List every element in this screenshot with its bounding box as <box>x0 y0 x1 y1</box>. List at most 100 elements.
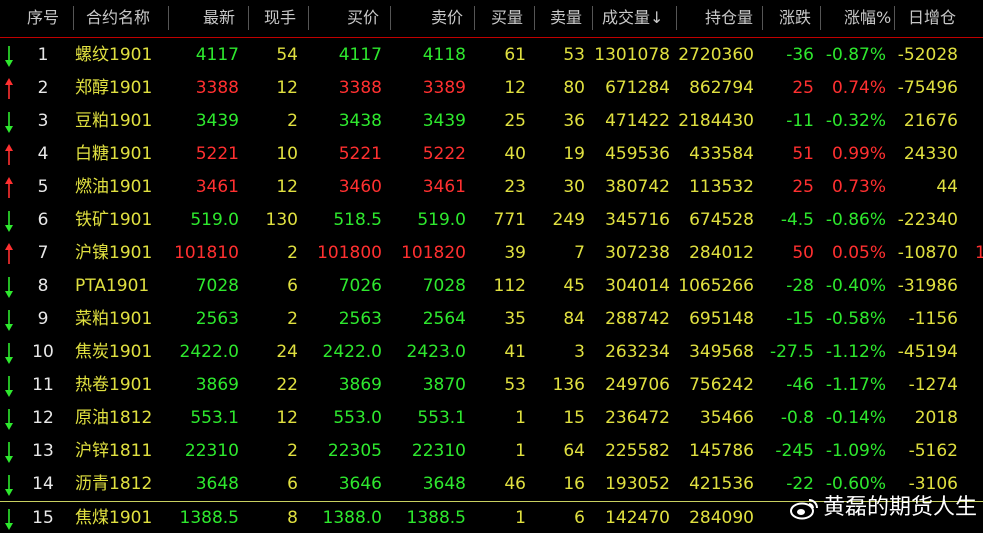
cell-ask: 22310 <box>411 441 466 461</box>
header-seq[interactable]: 序号 <box>27 0 61 36</box>
cell-seq: 8 <box>37 276 49 296</box>
down-arrow-icon <box>5 376 13 397</box>
header-change-pct[interactable]: 涨幅% <box>844 0 891 36</box>
cell-name: 燃油1901 <box>75 177 153 197</box>
cell-open-interest: 284012 <box>689 243 754 263</box>
cell-seq: 6 <box>37 210 49 230</box>
cell-change: -4.5 <box>780 210 814 230</box>
clipped-cell: 1 <box>975 243 983 263</box>
table-row[interactable]: 7 沪镍1901 101810 2 101800 101820 39 7 307238 28401… <box>0 237 983 270</box>
cell-vol-now: 2 <box>287 243 298 263</box>
cell-vol-now: 22 <box>276 375 298 395</box>
cell-open-interest: 145786 <box>689 441 754 461</box>
cell-change-pct: -0.40% <box>825 276 886 296</box>
cell-ask: 4118 <box>422 45 466 65</box>
cell-ask-qty: 30 <box>563 177 585 197</box>
watermark-text: 黄磊的期货人生 <box>822 495 977 520</box>
table-row[interactable]: 9 菜粕1901 2563 2 2563 2564 35 84 288742 695148 -15-… <box>0 303 983 336</box>
cell-bid: 22305 <box>327 441 382 461</box>
table-row[interactable]: 3 豆粕1901 3439 2 3438 3439 25 36 471422 2184430 -11… <box>0 105 983 138</box>
cell-bid-qty: 23 <box>504 177 526 197</box>
cell-volume: 471422 <box>605 111 670 131</box>
cell-change-pct: 0.74% <box>831 78 886 98</box>
cell-last: 3461 <box>195 177 239 197</box>
cell-name: 沪镍1901 <box>75 243 153 263</box>
cell-name: 豆粕1901 <box>75 111 153 131</box>
table-row[interactable]: 6 铁矿1901 519.0 130 518.5 519.0 771 249 345716 674… <box>0 204 983 237</box>
cell-name: 原油1812 <box>75 408 153 428</box>
cell-vol-now: 10 <box>276 144 298 164</box>
cell-open-interest: 113532 <box>689 177 754 197</box>
cell-oi-change: 2018 <box>914 408 958 428</box>
cell-oi-change: 21676 <box>903 111 958 131</box>
header-ask-qty[interactable]: 卖量 <box>550 0 586 36</box>
table-row[interactable]: 5 燃油1901 3461 12 3460 3461 23 30 380742 113532 25 0… <box>0 171 983 204</box>
cell-change: -245 <box>775 441 814 461</box>
header-ask[interactable]: 卖价 <box>431 0 467 36</box>
cell-ask-qty: 136 <box>552 375 585 395</box>
cell-seq: 13 <box>32 441 54 461</box>
cell-oi-change: -22340 <box>897 210 958 230</box>
cell-bid-qty: 39 <box>504 243 526 263</box>
cell-ask: 2423.0 <box>406 342 466 362</box>
cell-bid: 518.5 <box>333 210 382 230</box>
cell-change-pct: 0.73% <box>831 177 886 197</box>
cell-ask-qty: 15 <box>563 408 585 428</box>
cell-oi-change: -75496 <box>897 78 958 98</box>
cell-name: 沪锌1811 <box>75 441 153 461</box>
cell-ask-qty: 36 <box>563 111 585 131</box>
cell-name: 铁矿1901 <box>75 210 153 230</box>
cell-change: -15 <box>786 309 814 329</box>
table-row[interactable]: 1 螺纹1901 4117 54 4117 4118 61 53 1301078 2720360 -… <box>0 39 983 72</box>
cell-bid: 2563 <box>338 309 382 329</box>
down-arrow-icon <box>5 442 13 463</box>
header-change[interactable]: 涨跌 <box>779 0 815 36</box>
up-arrow-icon <box>5 78 13 99</box>
down-arrow-icon <box>5 277 13 298</box>
cell-oi-change: -52028 <box>897 45 958 65</box>
cell-ask-qty: 7 <box>574 243 585 263</box>
cell-oi-change: -31986 <box>897 276 958 296</box>
cell-open-interest: 433584 <box>689 144 754 164</box>
table-row[interactable]: 4 白糖1901 5221 10 5221 5222 40 19 459536 433584 51 0… <box>0 138 983 171</box>
header-bid-qty[interactable]: 买量 <box>491 0 527 36</box>
cell-change: -27.5 <box>770 342 814 362</box>
header-oi-change[interactable]: 日增仓 <box>908 0 962 36</box>
cell-ask: 553.1 <box>417 408 466 428</box>
table-row[interactable]: 12 原油1812 553.1 12 553.0 553.1 1 15 236472 35466 -… <box>0 402 983 435</box>
header-last[interactable]: 最新 <box>203 0 239 36</box>
cell-change: -46 <box>786 375 814 395</box>
cell-open-interest: 862794 <box>689 78 754 98</box>
header-bid[interactable]: 买价 <box>347 0 383 36</box>
table-row[interactable]: 13 沪锌1811 22310 2 22305 22310 1 64 225582 145786 -… <box>0 435 983 468</box>
weibo-logo-icon <box>789 499 818 520</box>
table-row[interactable]: 2 郑醇1901 3388 12 3388 3389 12 80 671284 862794 25 0… <box>0 72 983 105</box>
cell-oi-change: 24330 <box>903 144 958 164</box>
table-row[interactable]: 10 焦炭1901 2422.0 24 2422.0 2423.0 41 3 263234 349… <box>0 336 983 369</box>
header-volume[interactable]: 成交量↓ <box>602 0 672 36</box>
watermark: 黄磊的期货人生 <box>789 491 977 525</box>
cell-name: 螺纹1901 <box>75 45 153 65</box>
cell-vol-now: 12 <box>276 177 298 197</box>
cell-bid-qty: 1 <box>515 441 526 461</box>
cell-ask: 3439 <box>422 111 466 131</box>
cell-ask: 7028 <box>422 276 466 296</box>
header-name[interactable]: 合约名称 <box>86 0 158 36</box>
header-vol-now[interactable]: 现手 <box>264 0 300 36</box>
cell-volume: 193052 <box>605 474 670 494</box>
cell-volume: 249706 <box>605 375 670 395</box>
cell-change-pct: -0.58% <box>825 309 886 329</box>
cell-bid-qty: 46 <box>504 474 526 494</box>
header-open-interest[interactable]: 持仓量 <box>705 0 759 36</box>
table-row[interactable]: 8 PTA1901 7028 6 7026 7028 112 45 304014 1065266 -… <box>0 270 983 303</box>
cell-oi-change: 44 <box>936 177 958 197</box>
table-row[interactable]: 11 热卷1901 3869 22 3869 3870 53 136 249706 756242 -… <box>0 369 983 402</box>
cell-last: 22310 <box>184 441 239 461</box>
cell-volume: 345716 <box>605 210 670 230</box>
cell-open-interest: 1065266 <box>678 276 754 296</box>
cell-seq: 15 <box>32 508 54 528</box>
cell-open-interest: 2184430 <box>678 111 754 131</box>
cell-last: 2422.0 <box>179 342 239 362</box>
cell-bid-qty: 41 <box>504 342 526 362</box>
cell-bid-qty: 12 <box>504 78 526 98</box>
